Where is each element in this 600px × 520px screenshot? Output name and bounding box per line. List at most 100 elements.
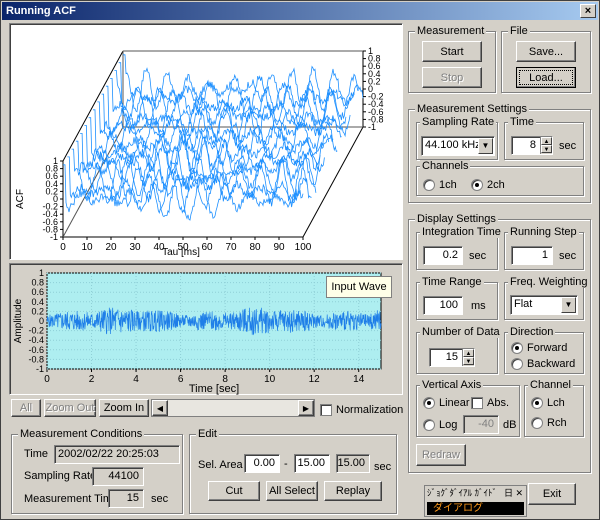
channels-group: Channels 1ch 2ch [416,160,584,196]
wave-y-axis-label: Amplitude [13,298,24,343]
measurement-conditions-group: Measurement Conditions Time 2002/02/22 2… [11,428,183,514]
wave-y-tick-label: -0.8 [28,354,44,364]
spin-down-icon[interactable]: ▼ [463,357,474,365]
measurement-time-value: 15 [108,489,144,508]
scroll-left-icon[interactable]: ◀ [152,400,168,416]
close-icon[interactable]: × [580,4,596,18]
wave-x-tick-label: 2 [89,374,95,385]
wave-x-tick-label: 4 [133,374,139,385]
abs-label: Abs. [487,397,510,409]
acf-x-tick-label: 70 [225,242,237,253]
wave-y-tick-label: 0.2 [31,306,44,316]
file-group-label: File [508,25,530,37]
freq-weighting-group: Freq. Weighting Flat ▼ [504,276,590,320]
measurement-group-label: Measurement [415,25,487,37]
chevron-down-icon[interactable]: ▼ [561,297,576,313]
load-label: Load... [529,71,563,84]
freq-weighting-select[interactable]: Flat ▼ [510,295,578,315]
cut-button[interactable]: Cut [208,481,260,501]
zoom-in-button[interactable]: Zoom In [99,399,149,417]
ime-toolbar-title: ｼﾞｮｸﾞﾀﾞｲｱﾙ ｶﾞｲﾄﾞ 日 ✕ [427,487,525,500]
sel-area-label: Sel. Area [198,459,243,471]
time-setting-input[interactable]: 8 ▲ ▼ [511,136,553,155]
spin-up-icon[interactable]: ▲ [463,349,474,357]
backward-label: Backward [527,358,576,370]
replay-button[interactable]: Replay [324,481,382,501]
wave-x-tick-label: 10 [264,374,276,385]
scroll-right-icon[interactable]: ▶ [298,400,314,416]
sel-dash: - [284,458,288,470]
forward-radio[interactable] [511,342,523,354]
normalization-checkbox[interactable] [320,404,332,416]
acf-right-tick-label: -1 [368,122,376,132]
number-of-data-input[interactable]: 15 ▲ ▼ [429,348,475,367]
sel-end-input[interactable]: 15.00 [294,454,330,473]
ch1-radio[interactable] [423,179,435,191]
measurement-settings-group: Measurement Settings Sampling Rate 44.10… [408,103,591,203]
forward-label: Forward [527,342,568,354]
wave-y-tick-label: 1 [39,268,44,278]
time-scrollbar[interactable]: ◀ ▶ [151,399,315,417]
save-button[interactable]: Save... [516,41,576,62]
sampling-rate-select[interactable]: 44.100 kHz ▼ [421,136,495,156]
abs-checkbox[interactable] [471,397,483,409]
time-spinner[interactable]: ▲ ▼ [540,137,552,154]
time-setting-label: Time [508,116,537,128]
channel-label: Channel [528,379,573,391]
integration-time-input[interactable]: 0.2 [423,246,463,265]
acf-x-tick-label: 60 [201,242,213,253]
replay-label: Replay [335,485,371,497]
direction-group: Direction Forward Backward [504,326,584,374]
chevron-down-icon[interactable]: ▼ [478,138,493,154]
acf-slice-line [118,62,359,122]
channels-group-label: Channels [420,160,471,172]
edit-group-label: Edit [196,428,219,440]
log-db-unit: dB [503,419,517,431]
wave-y-tick-label: -0.4 [28,335,44,345]
linear-radio[interactable] [423,397,435,409]
save-label: Save... [528,45,564,58]
input-wave-label: Input Wave [331,281,387,293]
acf-x-tick-label: 90 [273,242,285,253]
spin-down-icon[interactable]: ▼ [541,145,552,153]
start-button[interactable]: Start [422,41,482,62]
integration-time-unit: sec [469,250,487,262]
zoom-out-button[interactable]: Zoom Out [44,399,96,417]
sel-length-value: 15.00 [336,454,370,473]
time-range-label: Time Range [420,276,484,288]
stop-button[interactable]: Stop [422,67,482,88]
all-select-label: All Select [269,485,315,497]
number-of-data-label: Number of Data [420,326,502,338]
load-button[interactable]: Load... [516,67,576,88]
backward-radio[interactable] [511,358,523,370]
exit-button[interactable]: Exit [528,483,576,505]
running-step-label: Running Step [508,226,579,238]
number-of-data-group: Number of Data 15 ▲ ▼ [416,326,502,374]
redraw-button[interactable]: Redraw [416,444,466,466]
measurement-settings-label: Measurement Settings [415,103,530,115]
ime-toolbar[interactable]: ｼﾞｮｸﾞﾀﾞｲｱﾙ ｶﾞｲﾄﾞ 日 ✕ ダイアログ [424,485,527,517]
sel-start-input[interactable]: 0.00 [244,454,280,473]
acf-slice-line [105,85,347,147]
time-range-input[interactable]: 100 [423,296,463,315]
rch-label: Rch [547,417,567,429]
acf-plot-panel: 1 0.8 0.6 0.4 0.2 0 -0.2 -0.4 -0.6 -0.8 -1 1 0.8 0.6 0… [9,23,403,260]
acf-x-tick-label: 80 [249,242,261,253]
acf-slice-line [80,133,321,191]
running-step-input[interactable]: 1 [511,246,553,265]
title-bar[interactable]: Running ACF × [2,2,598,20]
wave-plot-panel: 0 2 4 6 8 10 12 14 1 0.8 0.6 0.4 0.2 0 -0.2 -0.4 -0.6 -0.… [9,263,403,395]
spin-up-icon[interactable]: ▲ [541,137,552,145]
all-select-button[interactable]: All Select [266,481,318,501]
log-db-input[interactable]: -40 [463,415,499,434]
rch-radio[interactable] [531,417,543,429]
zoom-all-button[interactable]: All [11,399,41,417]
lch-radio[interactable] [531,397,543,409]
ch2-radio[interactable] [471,179,483,191]
number-spinner[interactable]: ▲ ▼ [462,349,474,366]
log-radio[interactable] [423,419,435,431]
acf-x-tick-label: 30 [129,242,141,253]
exit-label: Exit [542,488,562,500]
wave-y-tick-label: 0.4 [31,297,44,307]
ime-controls[interactable]: 日 ✕ [504,487,523,500]
